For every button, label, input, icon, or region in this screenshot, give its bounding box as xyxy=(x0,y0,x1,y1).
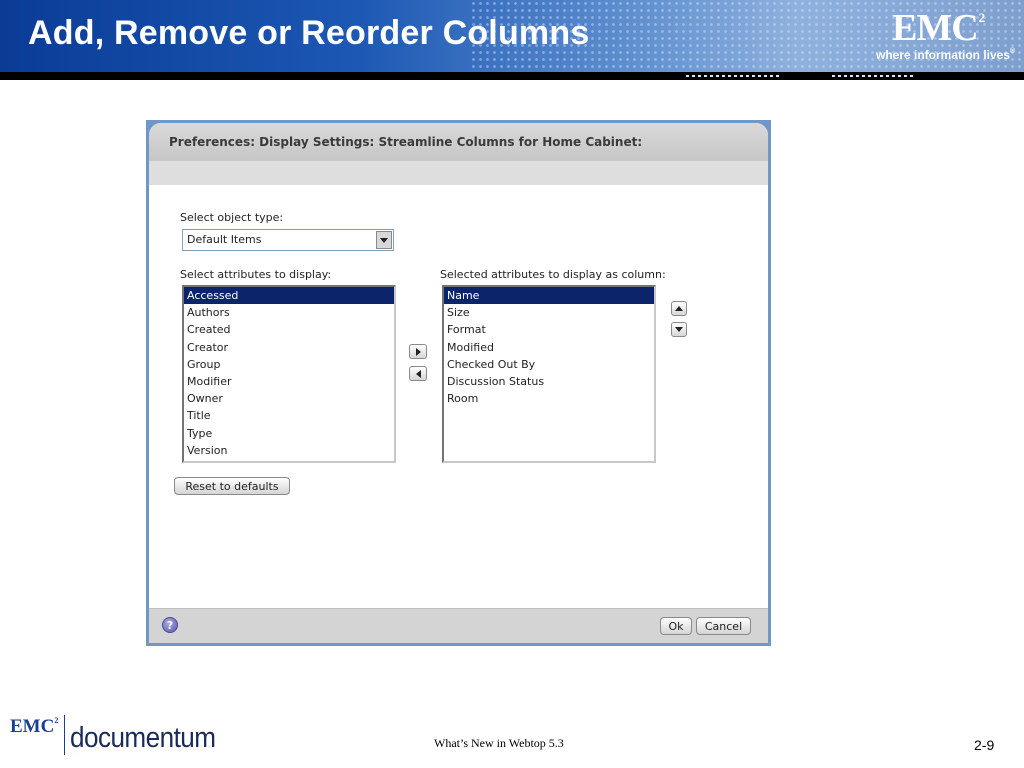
list-item[interactable]: Created xyxy=(184,321,394,338)
list-item[interactable]: Modifier xyxy=(184,373,394,390)
footer-emc-logo: EMC2 xyxy=(10,716,58,738)
list-item[interactable]: Modified xyxy=(444,339,654,356)
slide-title: Add, Remove or Reorder Columns xyxy=(28,14,590,52)
footer-divider xyxy=(64,715,65,755)
emc-logo-superscript: 2 xyxy=(978,10,985,25)
dropdown-arrow-icon[interactable] xyxy=(376,231,392,249)
add-attribute-button[interactable] xyxy=(409,344,427,359)
selected-attributes-list[interactable]: Name Size Format Modified Checked Out By… xyxy=(442,285,656,463)
dialog-title: Preferences: Display Settings: Streamlin… xyxy=(169,135,643,149)
list-item[interactable]: Creator xyxy=(184,339,394,356)
help-icon[interactable]: ? xyxy=(162,617,178,633)
emc-tagline-mark: ® xyxy=(1010,48,1016,55)
list-item[interactable]: Owner xyxy=(184,390,394,407)
object-type-select[interactable]: Default Items xyxy=(182,229,394,251)
dialog-toolbar-strip xyxy=(149,161,768,185)
preferences-dialog: Preferences: Display Settings: Streamlin… xyxy=(146,120,771,646)
list-item[interactable]: Authors xyxy=(184,304,394,321)
footer-emc-superscript: 2 xyxy=(54,716,59,725)
banner-dashes-right xyxy=(832,72,913,80)
footer-caption: What’s New in Webtop 5.3 xyxy=(434,736,564,750)
list-item[interactable]: Format xyxy=(444,321,654,338)
available-attributes-list[interactable]: Accessed Authors Created Creator Group M… xyxy=(182,285,396,463)
list-item[interactable]: Title xyxy=(184,407,394,424)
arrow-up-icon xyxy=(675,306,683,311)
list-item[interactable]: Type xyxy=(184,425,394,442)
object-type-label: Select object type: xyxy=(180,211,284,224)
list-item[interactable]: Accessed xyxy=(184,287,394,305)
object-type-value: Default Items xyxy=(187,233,262,246)
arrow-down-icon xyxy=(675,327,683,332)
dialog-footer: ? Ok Cancel xyxy=(149,608,768,643)
arrow-right-icon xyxy=(415,347,421,356)
footer-emc-text: EMC xyxy=(10,716,55,737)
footer-documentum-logo: documentum xyxy=(70,722,216,754)
reset-to-defaults-button[interactable]: Reset to defaults xyxy=(174,477,290,495)
list-item[interactable]: Discussion Status xyxy=(444,373,654,390)
available-attributes-label: Select attributes to display: xyxy=(180,268,332,281)
list-item[interactable]: Version xyxy=(184,442,394,459)
list-item[interactable]: Room xyxy=(444,390,654,407)
emc-logo: EMC2 xyxy=(892,6,985,50)
move-up-button[interactable] xyxy=(671,301,687,316)
remove-attribute-button[interactable] xyxy=(409,366,427,381)
dialog-panel: Preferences: Display Settings: Streamlin… xyxy=(149,123,768,643)
cancel-button[interactable]: Cancel xyxy=(696,617,751,635)
emc-tagline-text: where information lives xyxy=(876,48,1011,62)
banner-dashes-left xyxy=(686,72,779,80)
list-item[interactable]: Name xyxy=(444,287,654,305)
list-item[interactable]: Group xyxy=(184,356,394,373)
header-banner: Add, Remove or Reorder Columns EMC2 wher… xyxy=(0,0,1024,80)
selected-attributes-label: Selected attributes to display as column… xyxy=(440,268,666,281)
arrow-left-icon xyxy=(415,369,421,378)
dialog-titlebar: Preferences: Display Settings: Streamlin… xyxy=(149,123,768,161)
list-item[interactable]: Size xyxy=(444,304,654,321)
list-item[interactable]: Checked Out By xyxy=(444,356,654,373)
emc-logo-text: EMC xyxy=(892,7,979,49)
move-down-button[interactable] xyxy=(671,322,687,337)
emc-tagline: where information lives® xyxy=(876,48,1015,62)
ok-button[interactable]: Ok xyxy=(660,617,692,635)
page-number: 2-9 xyxy=(974,737,995,753)
